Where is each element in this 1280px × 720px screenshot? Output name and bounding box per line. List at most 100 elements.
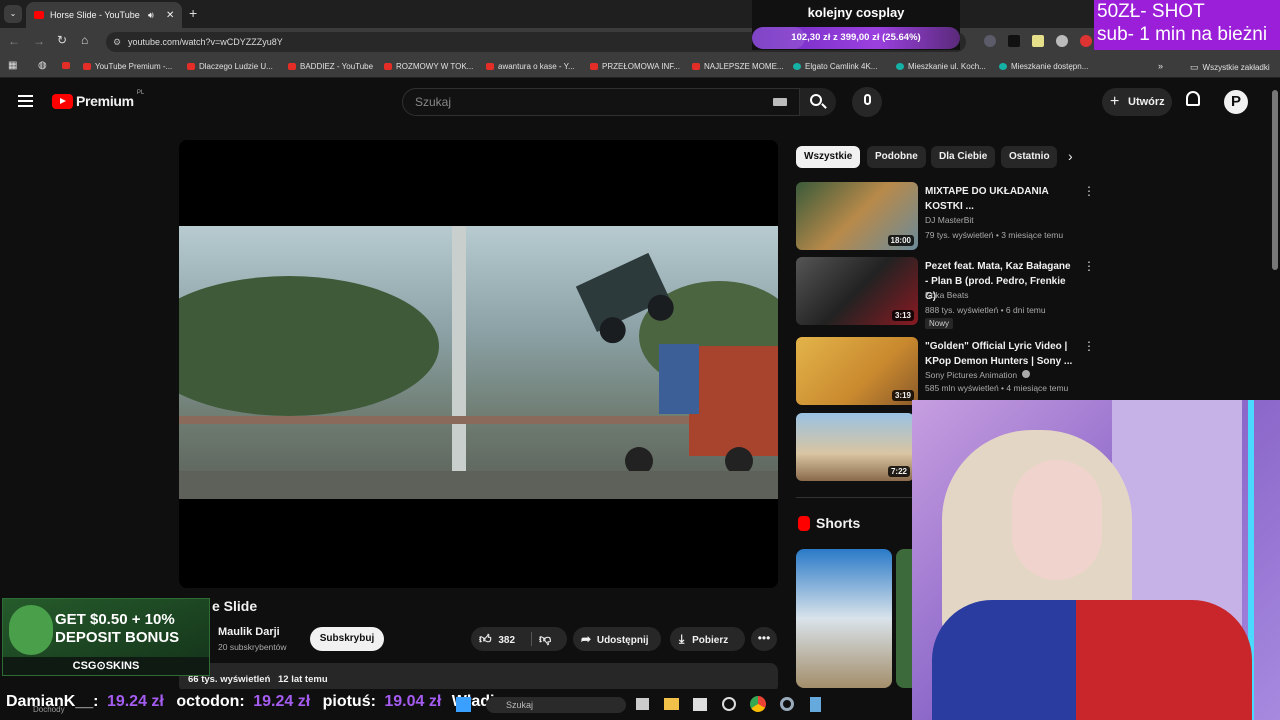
- chip-all[interactable]: Wszystkie: [796, 146, 861, 168]
- stream-title: kolejny cosplay: [807, 5, 905, 20]
- url-text: youtube.com/watch?v=wCDYZZZyu8Y: [128, 37, 283, 47]
- chip-related[interactable]: Podobne: [867, 146, 926, 168]
- bookmark-item[interactable]: Elgato Camlink 4K...: [793, 62, 877, 71]
- video-thumbnail[interactable]: 7:22: [796, 413, 914, 481]
- youtube-icon: [288, 63, 296, 70]
- app-icon[interactable]: [722, 697, 736, 711]
- more-vert-icon[interactable]: ⋮: [1083, 259, 1095, 273]
- streamer-jacket: [932, 600, 1252, 720]
- tab-search-button[interactable]: ⌄: [4, 5, 22, 23]
- video-thumbnail[interactable]: 18:00: [796, 182, 918, 250]
- site-info-icon[interactable]: ⚙: [113, 32, 121, 52]
- menu-icon[interactable]: [18, 95, 33, 107]
- store-icon[interactable]: [693, 698, 707, 711]
- more-icon: •••: [757, 631, 771, 645]
- bookmark-item[interactable]: Mieszkanie dostępn...: [999, 62, 1088, 71]
- donor-name: octodon:: [176, 693, 245, 710]
- forward-icon[interactable]: →: [33, 34, 45, 48]
- notifications-bell-icon[interactable]: [1186, 91, 1200, 106]
- browser-tab-active[interactable]: Horse Slide - YouTube 🔊︎ ✕: [26, 2, 182, 28]
- windows-start-icon[interactable]: [456, 697, 471, 712]
- donation-amount: 19.04 zł: [384, 693, 442, 710]
- stream-rules-box: 50ZŁ- SHOT sub- 1 min na bieżni: [1094, 0, 1280, 50]
- youtube-logo[interactable]: Premium PL: [52, 90, 145, 109]
- channel-name[interactable]: Maulik Darji: [218, 626, 280, 638]
- reload-icon[interactable]: ↻: [57, 33, 67, 47]
- bookmark-item[interactable]: BADDIEZ - YouTube: [288, 62, 373, 71]
- notepad-icon[interactable]: [810, 697, 821, 712]
- country-code: PL: [136, 90, 145, 96]
- page-scrollbar[interactable]: [1270, 80, 1280, 400]
- video-thumbnail[interactable]: 3:13: [796, 257, 918, 325]
- extension-icon[interactable]: [984, 35, 996, 47]
- recommendation-item[interactable]: 3:13 Pezet feat. Mata, Kaz Bałagane - Pl…: [796, 257, 1096, 329]
- more-bookmarks-icon[interactable]: »: [1158, 61, 1163, 71]
- dislike-button[interactable]: 👎︎: [539, 627, 551, 653]
- chrome-icon[interactable]: [750, 696, 766, 712]
- task-view-icon[interactable]: [636, 698, 649, 710]
- file-explorer-icon[interactable]: [664, 698, 679, 710]
- search-input[interactable]: Szukaj: [402, 88, 800, 116]
- address-bar-row: ← → ↻ ⌂ ⚙ youtube.com/watch?v=wCDYZZZyu8…: [0, 28, 1280, 56]
- recommendation-item[interactable]: 3:19 "Golden" Official Lyric Video | KPo…: [796, 337, 1096, 407]
- create-button[interactable]: + Utwórz: [1102, 88, 1172, 116]
- more-vert-icon[interactable]: ⋮: [1083, 184, 1095, 198]
- bookmark-item[interactable]: YouTube Premium -...: [83, 62, 172, 71]
- youtube-icon: [83, 63, 91, 70]
- folder-icon: ▭: [1190, 62, 1199, 72]
- video-thumbnail[interactable]: 3:19: [796, 337, 918, 405]
- share-icon: ➦: [581, 632, 592, 646]
- subscribe-button[interactable]: Subskrybuj: [310, 627, 384, 651]
- extension-icon[interactable]: [1056, 35, 1068, 47]
- bookmark-item[interactable]: Dlaczego Ludzie U...: [187, 62, 273, 71]
- more-vert-icon[interactable]: ⋮: [1083, 339, 1095, 353]
- download-icon: ⤓: [679, 632, 685, 646]
- voice-search-button[interactable]: [852, 87, 882, 117]
- youtube-icon: [384, 63, 392, 70]
- taskbar-search[interactable]: Szukaj: [486, 697, 626, 713]
- rec-meta: 585 mln wyświetleń • 4 miesiące temu: [925, 383, 1069, 393]
- bookmark-item[interactable]: ROZMOWY W TOK...: [384, 62, 473, 71]
- all-bookmarks[interactable]: ▭ Wszystkie zakładki: [1190, 62, 1270, 73]
- download-button[interactable]: ⤓ Pobierz: [670, 627, 745, 651]
- bookmark-item[interactable]: Mieszkanie ul. Koch...: [896, 62, 986, 71]
- extension-icon[interactable]: [1080, 35, 1092, 47]
- keyboard-icon[interactable]: [773, 98, 787, 106]
- short-thumbnail[interactable]: [796, 549, 892, 688]
- settings-gear-icon[interactable]: [780, 697, 794, 711]
- subscriber-count: 20 subskrybentów: [218, 642, 287, 652]
- speaker-icon[interactable]: 🔊︎: [148, 10, 154, 21]
- extension-icon[interactable]: [1032, 35, 1044, 47]
- bookmark-folder-icon[interactable]: ◍: [38, 60, 47, 71]
- thumbs-down-icon: 👎︎: [539, 632, 552, 646]
- bookmark-item[interactable]: [62, 62, 70, 69]
- avatar[interactable]: P: [1224, 90, 1248, 114]
- close-tab-icon[interactable]: ✕: [166, 10, 174, 21]
- chevron-right-icon[interactable]: ›: [1068, 148, 1073, 164]
- recommendations-divider: [796, 497, 912, 498]
- share-button[interactable]: ➦ Udostępnij: [573, 627, 661, 651]
- duration-badge: 3:19: [891, 390, 914, 401]
- short-thumbnail[interactable]: [896, 549, 912, 688]
- video-player[interactable]: [179, 140, 778, 588]
- donor-name: DamianK__:: [6, 693, 99, 710]
- chip-for-you[interactable]: Dla Ciebie: [931, 146, 996, 168]
- site-icon: [896, 63, 904, 70]
- bookmark-item[interactable]: awantura o kase - Y...: [486, 62, 575, 71]
- like-button[interactable]: 👍︎ 382: [479, 627, 515, 653]
- extension-icon[interactable]: [1008, 35, 1020, 47]
- video-scene: [179, 226, 778, 499]
- recommendation-item[interactable]: 18:00 MIXTAPE DO UKŁADANIA KOSTKI ... DJ…: [796, 182, 1096, 252]
- back-icon[interactable]: ←: [8, 34, 20, 48]
- rule-line: sub- 1 min na bieżni: [1097, 24, 1268, 45]
- shorts-header: Shorts: [798, 515, 860, 531]
- apps-grid-icon[interactable]: ▦: [8, 60, 17, 71]
- home-icon[interactable]: ⌂: [81, 33, 88, 47]
- more-actions-button[interactable]: •••: [751, 627, 777, 651]
- rec-channel: Sony Pictures Animation: [925, 370, 1030, 380]
- bookmark-item[interactable]: NAJLEPSZE MOME...: [692, 62, 784, 71]
- search-button[interactable]: [800, 88, 836, 116]
- chip-recent[interactable]: Ostatnio: [1001, 146, 1057, 168]
- bookmark-item[interactable]: PRZEŁOMOWA INF...: [590, 62, 680, 71]
- new-tab-icon[interactable]: +: [189, 5, 197, 21]
